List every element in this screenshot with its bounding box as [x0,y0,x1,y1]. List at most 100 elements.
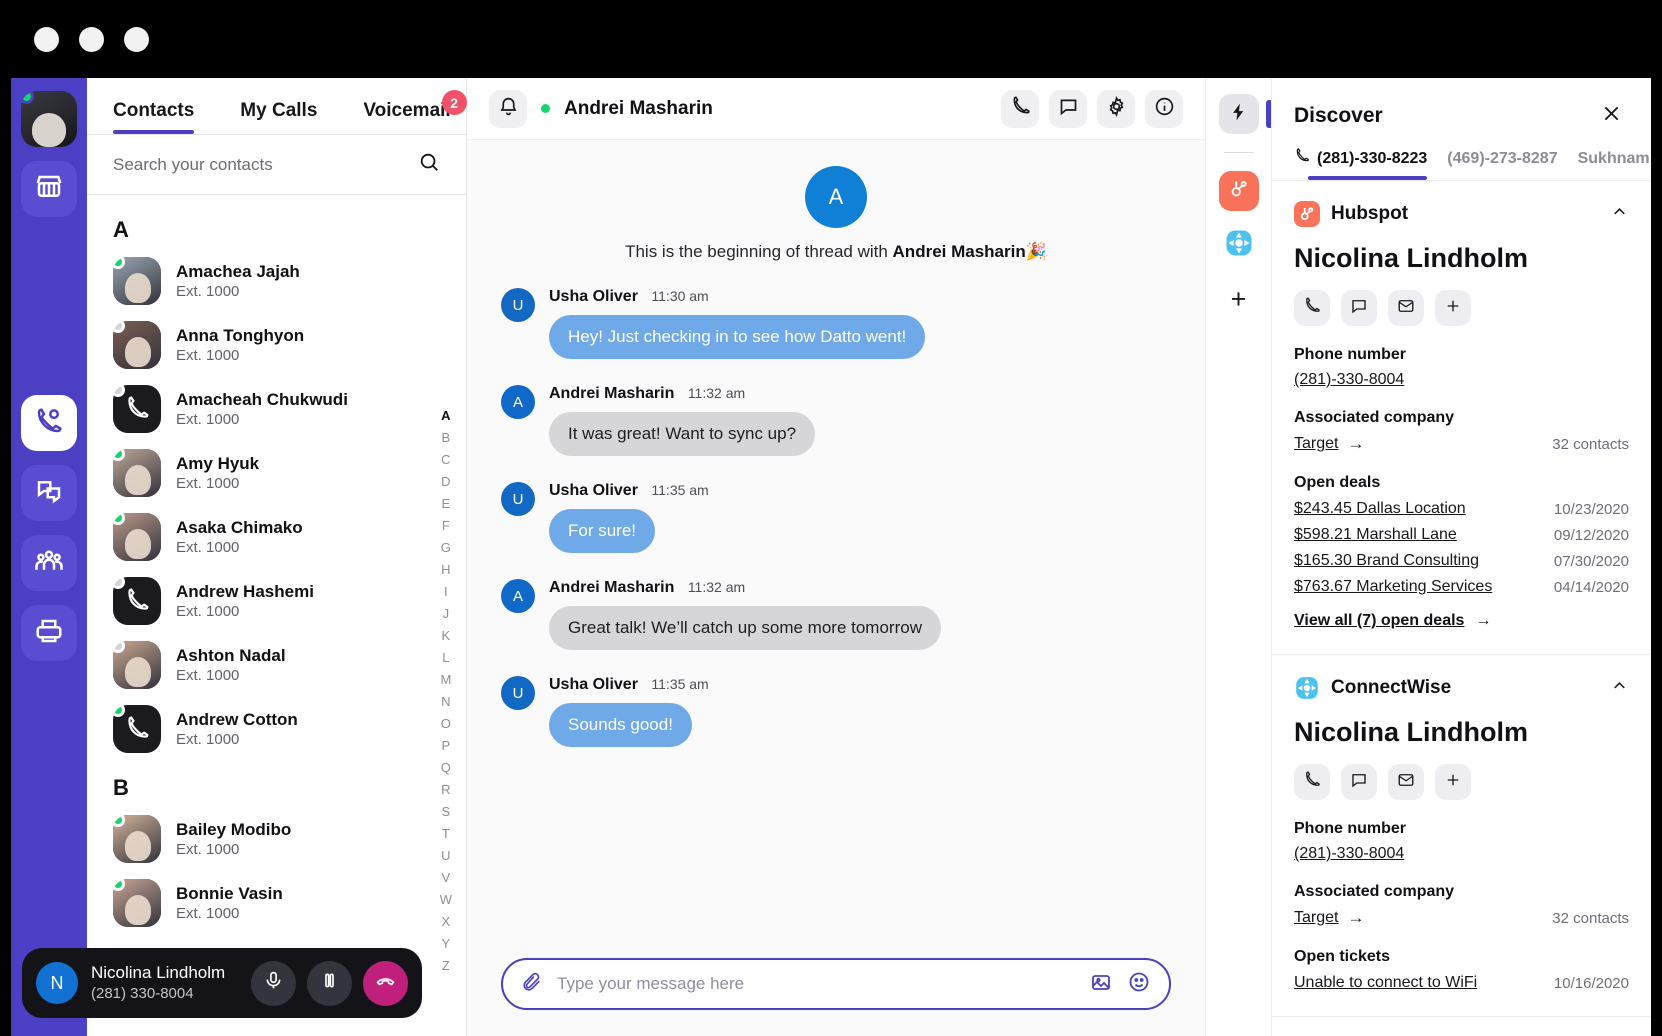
number-tab-primary[interactable]: (281)-330-8223 [1294,148,1427,180]
tab-contacts[interactable]: Contacts [113,100,194,134]
mute-button[interactable] [251,961,296,1006]
card-action-phone-button[interactable] [1294,764,1330,800]
alpha-index-letter[interactable]: J [443,603,450,624]
open-item-row[interactable]: $763.67 Marketing Services 04/14/2020 [1294,578,1629,596]
end-call-button[interactable] [363,961,408,1006]
sidebar-item-fax[interactable] [21,605,77,661]
sidebar-item-dashboard[interactable] [21,161,77,217]
add-integration-button[interactable]: + [1219,279,1259,319]
alpha-index-letter[interactable]: B [442,427,451,448]
alpha-index-letter[interactable]: V [442,867,451,888]
open-item-row[interactable]: $165.30 Brand Consulting 07/30/2020 [1294,552,1629,570]
alpha-index-letter[interactable]: Z [442,955,450,976]
close-discover-button[interactable] [1593,98,1629,134]
integration-connectwise-button[interactable] [1219,225,1259,265]
alpha-index-letter[interactable]: N [441,691,450,712]
alpha-index-letter[interactable]: Q [441,757,451,778]
user-avatar[interactable] [21,91,77,147]
alpha-index-letter[interactable]: I [444,581,448,602]
alphabet-index[interactable]: ABCDEFGHIJKLMNOPQRSTUVWXYZ [440,405,452,976]
phone-number-value[interactable]: (281)-330-8004 [1294,371,1404,389]
view-all-deals-link[interactable]: View all (7) open deals → [1294,612,1629,630]
settings-button[interactable] [1097,90,1135,128]
sidebar-item-messages[interactable] [21,465,77,521]
contact-name: Bailey Modibo [176,819,291,840]
contact-list-item[interactable]: Ashton Nadal Ext. 1000 [87,633,466,697]
open-item-row[interactable]: $598.21 Marshall Lane 09/12/2020 [1294,526,1629,544]
contact-list-item[interactable]: Bailey Modibo Ext. 1000 [87,807,466,871]
number-tab-secondary[interactable]: (469)-273-8287 [1447,150,1557,179]
integration-hubspot-button[interactable] [1219,171,1259,211]
alpha-index-letter[interactable]: W [440,889,452,910]
alpha-index-letter[interactable]: L [442,647,449,668]
open-item-row[interactable]: $243.45 Dallas Location 10/23/2020 [1294,500,1629,518]
card-action-plus-button[interactable] [1435,764,1471,800]
alpha-index-letter[interactable]: T [442,823,450,844]
alpha-index-letter[interactable]: D [441,471,450,492]
alpha-index-letter[interactable]: A [441,405,450,426]
card-action-chat-button[interactable] [1341,764,1377,800]
integration-lightning-button[interactable] [1219,94,1259,134]
alpha-index-letter[interactable]: K [442,625,451,646]
message-composer[interactable] [501,958,1171,1010]
company-link-group[interactable]: Target → [1294,434,1364,454]
tab-voicemail[interactable]: Voicemail 2 [363,100,450,134]
sidebar-item-groups[interactable] [21,535,77,591]
card-action-chat-button[interactable] [1341,290,1377,326]
alpha-index-letter[interactable]: E [442,493,451,514]
open-item-row[interactable]: Unable to connect to WiFi 10/16/2020 [1294,974,1629,992]
card-action-mail-button[interactable] [1388,290,1424,326]
card-action-mail-button[interactable] [1388,764,1424,800]
alpha-index-letter[interactable]: C [441,449,450,470]
window-maximize-dot[interactable] [124,27,149,52]
contact-list-item[interactable]: Asaka Chimako Ext. 1000 [87,505,466,569]
alpha-index-letter[interactable]: P [442,735,451,756]
message-body: Usha Oliver 11:30 am Hey! Just checking … [549,288,925,359]
window-minimize-dot[interactable] [79,27,104,52]
alpha-index-letter[interactable]: M [440,669,451,690]
image-icon[interactable] [1089,970,1113,999]
alpha-index-letter[interactable]: R [441,779,450,800]
contact-list-item[interactable]: Andrew Hashemi Ext. 1000 [87,569,466,633]
message-thread[interactable]: A This is the beginning of thread with A… [467,140,1205,940]
message-input[interactable] [557,974,1075,994]
contact-list-item[interactable]: Anna Tonghyon Ext. 1000 [87,313,466,377]
message-meta: Andrei Masharin 11:32 am [549,579,941,597]
contact-list-item[interactable]: Andrew Cotton Ext. 1000 [87,697,466,761]
message-button[interactable] [1049,90,1087,128]
contact-text: Andrew Hashemi Ext. 1000 [176,581,314,622]
collapse-card-button[interactable] [1610,676,1629,700]
alpha-index-letter[interactable]: G [441,537,451,558]
paperclip-icon[interactable] [521,971,543,998]
alpha-index-letter[interactable]: S [442,801,451,822]
tab-my-calls[interactable]: My Calls [240,100,317,134]
card-action-plus-button[interactable] [1435,290,1471,326]
contact-list-item[interactable]: Bonnie Vasin Ext. 1000 [87,871,466,935]
alpha-index-letter[interactable]: Y [442,933,451,954]
call-button[interactable] [1001,90,1039,128]
alpha-index-letter[interactable]: H [441,559,450,580]
contact-text: Bonnie Vasin Ext. 1000 [176,883,283,924]
contact-list-item[interactable]: Amacheah Chukwudi Ext. 1000 [87,377,466,441]
info-button[interactable] [1145,90,1183,128]
collapse-card-button[interactable] [1610,202,1629,226]
hold-button[interactable] [307,961,352,1006]
company-link-group[interactable]: Target → [1294,908,1364,928]
search-input[interactable] [113,155,408,175]
contact-list-item[interactable]: Amy Hyuk Ext. 1000 [87,441,466,505]
notification-bell-button[interactable] [489,90,527,128]
contact-list-item[interactable]: Amachea Jajah Ext. 1000 [87,249,466,313]
card-action-phone-button[interactable] [1294,290,1330,326]
alpha-index-letter[interactable]: X [442,911,451,932]
message-sender: Andrei Masharin [549,385,674,402]
contacts-list[interactable]: A Amachea Jajah Ext. 1000 Anna Tonghyon … [87,195,466,1036]
number-tab-contact[interactable]: Sukhnam Chander [1578,150,1651,179]
alpha-index-letter[interactable]: U [441,845,450,866]
window-close-dot[interactable] [34,27,59,52]
phone-number-value[interactable]: (281)-330-8004 [1294,845,1404,863]
sidebar-item-calls[interactable] [21,395,77,451]
alpha-index-letter[interactable]: F [442,515,450,536]
alpha-index-letter[interactable]: O [441,713,451,734]
search-icon[interactable] [418,151,440,178]
emoji-icon[interactable] [1127,970,1151,999]
